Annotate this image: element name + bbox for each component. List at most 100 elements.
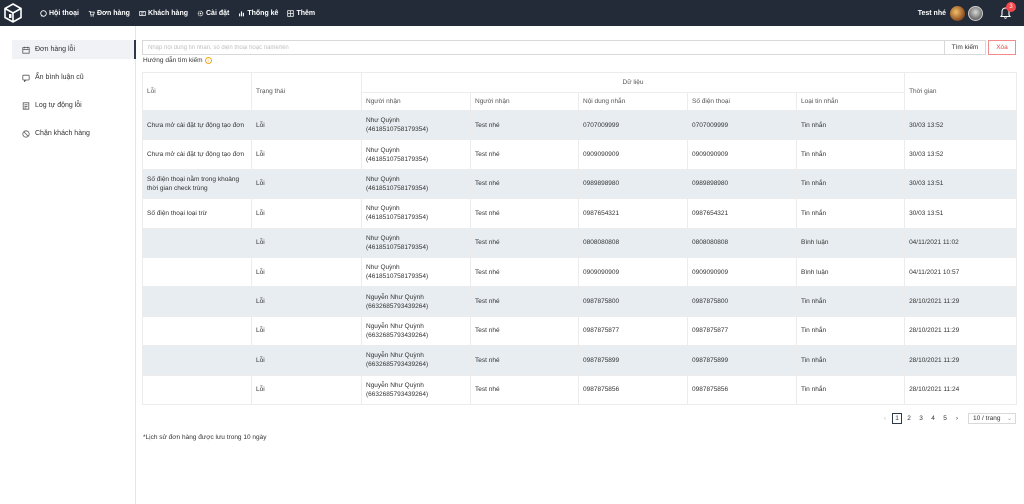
col-header-content: Nội dung nhắn <box>578 92 688 111</box>
recipient-id: (6632685793439264) <box>366 302 429 310</box>
chat-icon <box>40 9 47 17</box>
sidebar-item-block-customers[interactable]: Chặn khách hàng <box>12 124 136 143</box>
recipient-cell: Nguyễn Như Quỳnh (6632685793439264) <box>361 345 471 376</box>
user-avatar[interactable] <box>968 5 983 21</box>
recipient2-cell: Test nhé <box>470 374 579 405</box>
recipient-name[interactable]: Như Quỳnh <box>366 204 466 213</box>
recipient-cell: Như Quỳnh (4618510758179354) <box>361 227 471 258</box>
nav-customers-label: Khách hàng <box>147 9 188 17</box>
sidebar: Đơn hàng lỗi Ẩn bình luận cũ Log tự động… <box>0 26 136 504</box>
page-size-select[interactable]: 10 / trang ⌄ <box>968 413 1016 424</box>
nav-more[interactable]: Thêm <box>287 10 315 17</box>
table-header-row: Lỗi Trạng thái Dữ liệu Thời gian <box>142 72 1018 111</box>
nav-customers[interactable]: Khách hàng <box>139 10 188 17</box>
nav-settings[interactable]: Cài đặt <box>197 10 229 17</box>
sidebar-item-auto-error-log[interactable]: Log tự động lỗi <box>12 96 136 115</box>
app-logo-icon[interactable] <box>0 0 26 26</box>
recipient-id: (4618510758179354) <box>366 243 429 251</box>
info-icon: i <box>204 57 212 64</box>
col-header-recipient2: Người nhận <box>470 92 579 111</box>
pagination: ‹ 1 2 3 4 5 › 10 / trang ⌄ <box>878 413 1016 424</box>
sidebar-item-hide-comments[interactable]: Ẩn bình luận cũ <box>12 68 136 87</box>
nav-orders-label: Đơn hàng <box>96 9 130 17</box>
page-2-button[interactable]: 2 <box>904 413 914 424</box>
search-input[interactable] <box>142 40 944 55</box>
message-type-cell: Bình luận <box>795 256 906 288</box>
user-area: Test nhé 3 <box>918 0 1016 26</box>
top-navbar: Hội thoại Đơn hàng Khách hàng Cài đặt Th… <box>0 0 1024 26</box>
content-cell: 0987875877 <box>578 315 688 347</box>
grid-icon <box>287 9 295 17</box>
error-cell: Chưa mở cài đặt tự động tạo đơn <box>142 109 252 141</box>
recipient2-cell: Test nhé <box>470 286 579 317</box>
nav-orders[interactable]: Đơn hàng <box>88 10 130 17</box>
recipient2-cell: Test nhé <box>470 345 579 376</box>
recipient-cell: Nguyễn Như Quỳnh (6632685793439264) <box>361 374 471 405</box>
recipient2-cell: Test nhé <box>470 168 579 200</box>
recipient-name[interactable]: Như Quỳnh <box>366 175 466 184</box>
sidebar-item-label: Log tự động lỗi <box>35 102 82 109</box>
notification-bell-icon[interactable]: 3 <box>998 2 1016 21</box>
recipient-id: (4618510758179354) <box>366 214 429 222</box>
page-5-button[interactable]: 5 <box>940 413 950 424</box>
time-cell: 30/03 13:52 <box>904 139 1018 170</box>
status-cell: Lỗi <box>251 256 362 288</box>
table-body: Chưa mở cài đặt tự động tạo đơn Lỗi Như Qu… <box>142 109 1018 405</box>
prev-page-button[interactable]: ‹ <box>880 413 890 424</box>
sidebar-item-error-orders[interactable]: Đơn hàng lỗi <box>12 40 136 59</box>
nav-more-label: Thêm <box>296 9 316 17</box>
recipient-id: (4618510758179354) <box>366 184 429 192</box>
status-cell: Lỗi <box>251 345 362 376</box>
error-cell <box>142 286 252 317</box>
recipient-name[interactable]: Như Quỳnh <box>366 263 466 272</box>
message-type-cell: Tin nhắn <box>795 168 906 200</box>
error-cell: Chưa mở cài đặt tự động tạo đơn <box>142 139 252 170</box>
customer-icon <box>139 10 146 16</box>
recipient-name[interactable]: Như Quỳnh <box>366 234 466 243</box>
col-header-phone: Số điện thoại <box>687 92 797 111</box>
recipient-name[interactable]: Nguyễn Như Quỳnh <box>366 322 466 331</box>
next-page-button[interactable]: › <box>952 413 962 424</box>
recipient2-cell: Test nhé <box>470 198 579 229</box>
recipient-cell: Như Quỳnh (4618510758179354) <box>361 109 471 141</box>
status-cell: Lỗi <box>251 198 362 229</box>
cart-icon <box>88 10 95 17</box>
recipient-name[interactable]: Như Quỳnh <box>366 146 466 155</box>
table-row: Lỗi Nguyễn Như Quỳnh (6632685793439264) Tes… <box>142 374 1018 405</box>
table-row: Lỗi Như Quỳnh (4618510758179354) Test nhé 08… <box>142 227 1018 258</box>
status-cell: Lỗi <box>251 109 362 141</box>
gear-icon <box>197 10 204 16</box>
recipient-name[interactable]: Nguyễn Như Quỳnh <box>366 293 466 302</box>
time-cell: 30/03 13:51 <box>904 198 1018 229</box>
time-cell: 04/11/2021 10:57 <box>904 256 1018 288</box>
search-bar: Tìm kiếm Xóa <box>142 40 1016 55</box>
page-avatar[interactable] <box>950 5 965 21</box>
page-3-button[interactable]: 3 <box>916 413 926 424</box>
clear-button[interactable]: Xóa <box>988 40 1016 55</box>
nav-conversations[interactable]: Hội thoại <box>40 10 79 17</box>
error-cell <box>142 315 252 347</box>
content-cell: 0707009999 <box>578 109 688 141</box>
recipient-name[interactable]: Nguyễn Như Quỳnh <box>366 381 466 390</box>
recipient2-cell: Test nhé <box>470 139 579 170</box>
phone-cell: 0987875800 <box>687 286 797 317</box>
search-button[interactable]: Tìm kiếm <box>944 40 986 55</box>
recipient-id: (4618510758179354) <box>366 126 429 134</box>
user-name[interactable]: Test nhé <box>918 10 946 17</box>
message-type-cell: Tin nhắn <box>795 139 906 170</box>
calendar-icon <box>22 46 30 54</box>
col-header-time: Thời gian <box>904 72 1018 111</box>
content-cell: 0909090909 <box>578 256 688 288</box>
recipient-name[interactable]: Như Quỳnh <box>366 116 466 125</box>
sidebar-item-label: Ẩn bình luận cũ <box>35 74 84 81</box>
page-1-button[interactable]: 1 <box>892 413 902 424</box>
table-row: Lỗi Nguyễn Như Quỳnh (6632685793439264) Tes… <box>142 345 1018 376</box>
error-cell: Số điện thoại loại trừ <box>142 198 252 229</box>
nav-statistics[interactable]: Thống kê <box>238 10 278 17</box>
table-row: Số điện thoại loại trừ Lỗi Như Quỳnh (46185… <box>142 198 1018 229</box>
page-4-button[interactable]: 4 <box>928 413 938 424</box>
recipient-name[interactable]: Nguyễn Như Quỳnh <box>366 351 466 360</box>
error-cell <box>142 256 252 288</box>
recipient-id: (4618510758179354) <box>366 273 429 281</box>
search-guide-link[interactable]: Hướng dẫn tìm kiếm i <box>143 57 212 64</box>
